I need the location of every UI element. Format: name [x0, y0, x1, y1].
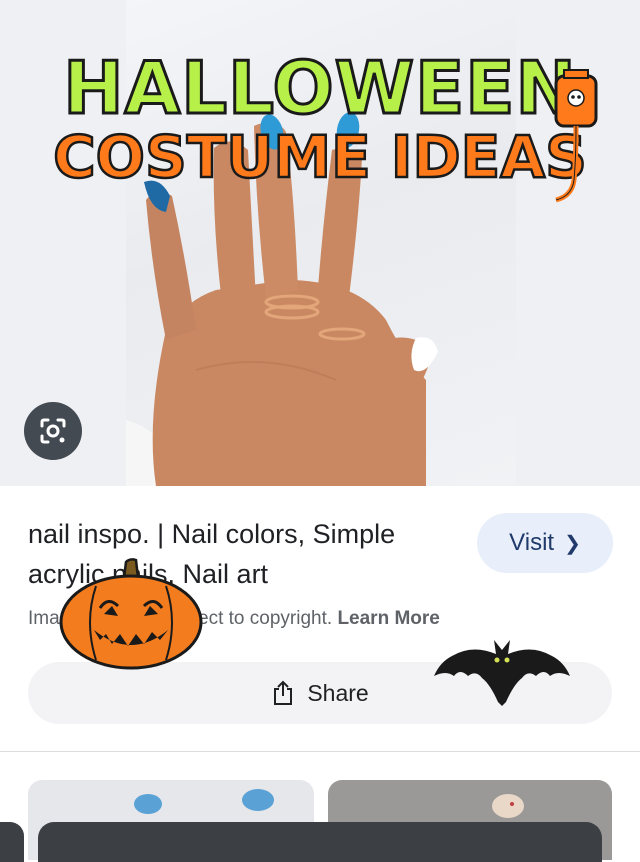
bottom-sheet[interactable]: [38, 822, 602, 862]
lens-button[interactable]: [24, 402, 82, 460]
divider: [0, 751, 640, 752]
jack-o-lantern-icon: [59, 558, 203, 670]
visit-button[interactable]: Visit ❯: [477, 513, 613, 573]
chevron-right-icon: ❯: [564, 532, 581, 555]
headline-line-1: HALLOWEEN: [62, 46, 577, 130]
bat-icon: [434, 640, 570, 706]
result-image[interactable]: HALLOWEEN COSTUME IDEAS: [0, 0, 640, 486]
iv-bag-skull-icon: [554, 69, 598, 203]
lens-icon: [40, 418, 66, 444]
halloween-headline: HALLOWEEN COSTUME IDEAS: [0, 46, 640, 192]
visit-label: Visit: [509, 529, 555, 556]
headline-line-2: COSTUME IDEAS: [52, 123, 588, 192]
learn-more-link[interactable]: Learn More: [337, 608, 439, 629]
share-icon: [274, 680, 293, 705]
bottom-sheet-edge: [0, 822, 24, 862]
share-label: Share: [307, 679, 369, 706]
